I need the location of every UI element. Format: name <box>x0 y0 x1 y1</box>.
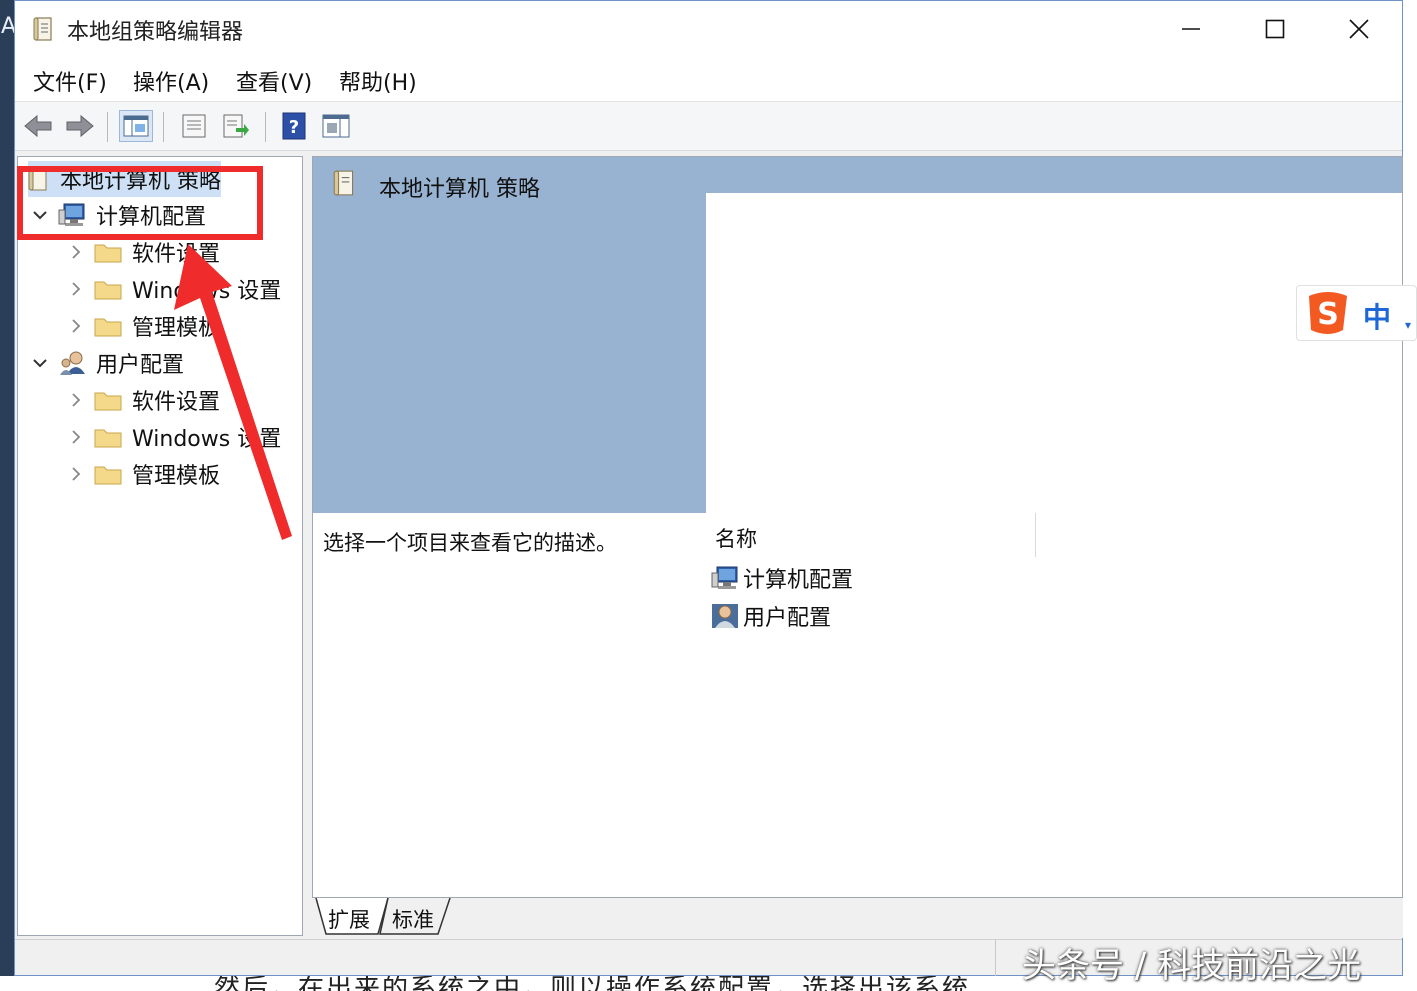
computer-icon <box>711 566 738 589</box>
folder-icon <box>94 318 122 337</box>
annotation-highlight-box <box>17 166 263 240</box>
list-item-label: 用户配置 <box>743 606 832 631</box>
view-tabs: 扩展 标准 <box>312 898 1403 938</box>
policy-scroll-icon <box>333 170 354 196</box>
show-tree-button[interactable] <box>119 110 153 142</box>
export-list-button[interactable] <box>219 110 253 142</box>
menu-action[interactable]: 操作(A) <box>133 65 209 97</box>
user-icon <box>712 604 738 628</box>
toolbar-separator <box>265 112 266 142</box>
export-list-icon <box>223 114 249 138</box>
tree-item-user-config[interactable]: 用户配置 <box>30 345 184 381</box>
ime-indicator[interactable]: S 中 ▾ <box>1296 285 1417 341</box>
menu-help[interactable]: 帮助(H) <box>339 65 417 97</box>
desktop-background-right <box>1403 0 1417 991</box>
chevron-right-icon[interactable] <box>66 279 86 299</box>
show-tree-icon <box>123 115 149 137</box>
properties-icon <box>182 114 206 138</box>
sogou-logo-icon: S <box>1309 292 1347 334</box>
chevron-down-icon[interactable] <box>30 353 50 373</box>
close-icon <box>1349 19 1369 39</box>
chevron-right-icon[interactable] <box>66 427 86 447</box>
details-banner <box>313 193 706 513</box>
chevron-right-icon[interactable] <box>66 390 86 410</box>
properties-button[interactable] <box>177 110 211 142</box>
close-button[interactable] <box>1317 1 1401 57</box>
folder-icon <box>94 281 122 300</box>
ime-mode-label: 中 <box>1363 301 1392 334</box>
forward-button[interactable] <box>63 110 97 142</box>
chevron-right-icon[interactable] <box>66 464 86 484</box>
column-divider[interactable] <box>1035 513 1036 557</box>
minimize-button[interactable] <box>1149 1 1233 57</box>
toolbar-separator <box>163 112 164 142</box>
article-text: 然后，在出来的系统之中，则以操作系统配置，选择出该系统 <box>214 976 971 991</box>
maximize-button[interactable] <box>1233 1 1317 57</box>
show-hide-action-pane-button[interactable] <box>319 110 353 142</box>
menu-file[interactable]: 文件(F) <box>33 65 107 97</box>
policy-scroll-icon <box>33 17 52 41</box>
details-pane: 本地计算机 策略 选择一个项目来查看它的描述。 名称 计算机配置 用户配置 <box>312 156 1403 898</box>
folder-icon <box>94 466 122 485</box>
back-button[interactable] <box>21 110 55 142</box>
folder-icon <box>94 244 122 263</box>
ime-dropdown-icon[interactable]: ▾ <box>1405 318 1411 332</box>
desktop-background-left <box>0 0 14 991</box>
folder-icon <box>94 392 122 411</box>
svg-text:S: S <box>1317 297 1339 332</box>
minimize-icon <box>1182 28 1200 30</box>
toolbar-separator <box>107 112 108 142</box>
user-icon <box>60 351 85 375</box>
menu-bar: 文件(F) 操作(A) 查看(V) 帮助(H) <box>15 57 1402 101</box>
item-description: 选择一个项目来查看它的描述。 <box>323 531 617 555</box>
toolbar: ? <box>15 101 1402 151</box>
details-title: 本地计算机 策略 <box>379 177 540 202</box>
svg-text:?: ? <box>289 117 299 138</box>
forward-arrow-icon <box>66 114 94 138</box>
title-bar[interactable]: 本地组策略编辑器 <box>15 1 1402 57</box>
tab-standard[interactable]: 标准 <box>388 898 450 936</box>
tab-label: 扩展 <box>328 908 370 932</box>
annotation-arrow-icon <box>174 244 292 540</box>
maximize-icon <box>1265 19 1285 39</box>
list-item-computer-config[interactable]: 计算机配置 <box>711 561 853 595</box>
watermark: 头条号 / 科技前沿之光 <box>1022 946 1362 986</box>
tab-extended[interactable]: 扩展 <box>316 898 388 936</box>
status-divider <box>995 940 996 976</box>
list-item-label: 计算机配置 <box>743 568 854 593</box>
list-item-user-config[interactable]: 用户配置 <box>711 599 831 633</box>
folder-icon <box>94 429 122 448</box>
window-title: 本地组策略编辑器 <box>67 20 244 45</box>
help-icon: ? <box>282 112 306 140</box>
column-header-name[interactable]: 名称 <box>715 523 757 553</box>
chevron-right-icon[interactable] <box>66 242 86 262</box>
menu-view[interactable]: 查看(V) <box>236 65 312 97</box>
show-hide-icon <box>322 114 350 138</box>
back-arrow-icon <box>24 114 52 138</box>
chevron-right-icon[interactable] <box>66 316 86 336</box>
tab-label: 标准 <box>392 908 434 932</box>
help-button[interactable]: ? <box>277 110 311 142</box>
